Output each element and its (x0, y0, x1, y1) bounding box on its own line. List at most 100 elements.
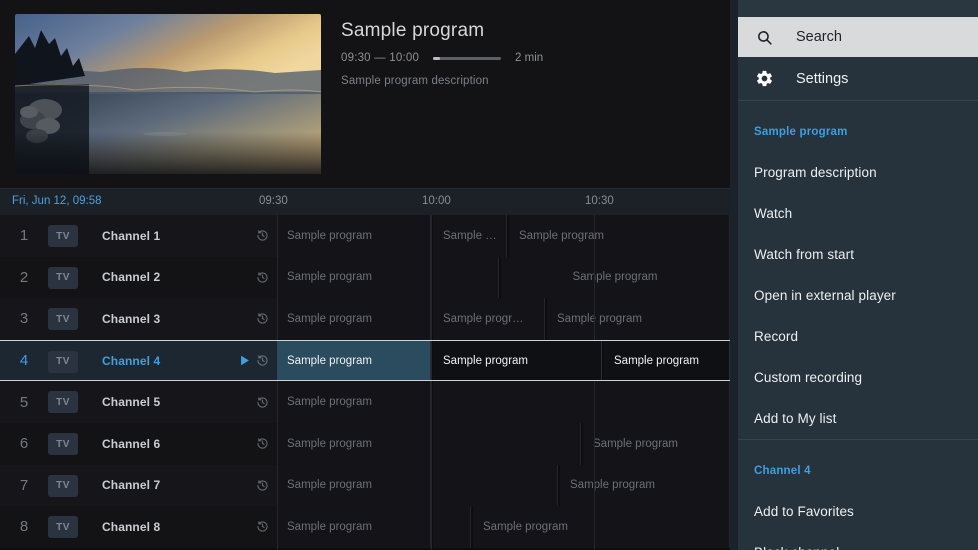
program-block[interactable]: Sample program (583, 423, 730, 465)
channel-name: Channel 1 (102, 215, 160, 257)
history-icon[interactable] (256, 396, 269, 409)
channel-name: Channel 5 (102, 381, 160, 423)
timeline-tick-2: 10:30 (585, 195, 614, 207)
timeline-tick-1: 10:00 (422, 195, 451, 207)
history-icon[interactable] (256, 354, 269, 367)
channel-number: 3 (10, 298, 38, 340)
history-icon[interactable] (256, 312, 269, 325)
channel-menu-items: Add to FavoritesBlock channel (738, 491, 978, 550)
channel-row[interactable]: 5TVChannel 5Sample program (0, 381, 730, 423)
channel-icons (256, 465, 269, 507)
program-block[interactable]: Sample program (277, 341, 431, 381)
history-icon[interactable] (256, 437, 269, 450)
context-menu-sidebar: Search Settings Sample program Program d… (738, 0, 978, 550)
lake-sunset-photo (15, 14, 321, 174)
program-menu-items: Program descriptionWatchWatch from start… (738, 152, 978, 439)
program-block[interactable]: Sample program (433, 341, 602, 381)
menu-item[interactable]: Watch from start (738, 234, 978, 275)
menu-item[interactable]: Add to My list (738, 398, 978, 439)
play-icon[interactable] (240, 355, 250, 366)
menu-item[interactable]: Block channel (738, 532, 978, 550)
program-block[interactable] (433, 257, 499, 299)
channel-name: Channel 8 (102, 506, 160, 548)
channel-grid[interactable]: 1TVChannel 1Sample programSample …Sample… (0, 215, 730, 550)
program-lane: Sample programSample programSample progr… (277, 340, 730, 382)
program-block[interactable]: Sample program (560, 465, 730, 507)
channel-row[interactable]: 7TVChannel 7Sample programSample program (0, 465, 730, 507)
sidebar-divider (730, 0, 738, 550)
program-block[interactable]: Sample program (604, 341, 730, 381)
program-block[interactable]: Sample program (277, 298, 431, 340)
program-block[interactable]: Sample progr… (433, 298, 545, 340)
channel-number: 1 (10, 215, 38, 257)
program-block[interactable] (433, 423, 581, 465)
program-group-title: Sample program (738, 111, 978, 152)
main-panel: Sample program 09:30 — 10:00 2 min Sampl… (0, 0, 730, 550)
program-lane: Sample programSample progr…Sample progra… (277, 298, 730, 340)
channel-logo-icon: TV (48, 391, 78, 413)
menu-item[interactable]: Add to Favorites (738, 491, 978, 532)
program-lane: Sample program Sample program (277, 506, 730, 548)
search-row[interactable]: Search (738, 17, 978, 57)
channel-cell[interactable]: 7TVChannel 7 (0, 465, 277, 507)
search-icon (754, 27, 774, 47)
channel-row[interactable]: 4TVChannel 4Sample programSample program… (0, 340, 730, 382)
program-lane: Sample program Sample program (277, 465, 730, 507)
program-block[interactable]: Sample program (277, 506, 431, 548)
program-block[interactable] (433, 381, 730, 423)
program-lane: Sample program Sample program (277, 257, 730, 299)
menu-item[interactable]: Record (738, 316, 978, 357)
program-lane: Sample program Sample program (277, 423, 730, 465)
history-icon[interactable] (256, 479, 269, 492)
channel-number: 8 (10, 506, 38, 548)
channel-icons (240, 341, 269, 381)
channel-name: Channel 6 (102, 423, 160, 465)
channel-name: Channel 7 (102, 465, 160, 507)
settings-label: Settings (796, 71, 848, 87)
channel-row[interactable]: 8TVChannel 8Sample programSample program (0, 506, 730, 548)
program-lane: Sample programSample …Sample program (277, 215, 730, 257)
program-block[interactable] (433, 506, 471, 548)
channel-cell[interactable]: 3TVChannel 3 (0, 298, 277, 340)
channel-cell[interactable]: 6TVChannel 6 (0, 423, 277, 465)
menu-item[interactable]: Custom recording (738, 357, 978, 398)
program-block[interactable]: Sample program (277, 257, 431, 299)
channel-cell[interactable]: 8TVChannel 8 (0, 506, 277, 548)
channel-row[interactable]: 6TVChannel 6Sample programSample program (0, 423, 730, 465)
search-label: Search (796, 29, 842, 45)
program-block[interactable]: Sample program (509, 215, 730, 257)
program-progress-bar (433, 57, 501, 60)
channel-icons (256, 257, 269, 299)
menu-item[interactable]: Open in external player (738, 275, 978, 316)
channel-cell[interactable]: 4TVChannel 4 (0, 340, 277, 382)
history-icon[interactable] (256, 271, 269, 284)
program-block[interactable]: Sample … (433, 215, 507, 257)
channel-icons (256, 381, 269, 423)
channel-logo-icon: TV (48, 475, 78, 497)
program-block[interactable]: Sample program (277, 465, 431, 507)
settings-row[interactable]: Settings (738, 57, 978, 100)
program-block[interactable]: Sample program (277, 381, 431, 423)
channel-logo-icon: TV (48, 308, 78, 330)
channel-logo-icon: TV (48, 351, 78, 373)
channel-cell[interactable]: 2TVChannel 2 (0, 257, 277, 299)
program-thumbnail[interactable] (15, 14, 321, 174)
channel-cell[interactable]: 5TVChannel 5 (0, 381, 277, 423)
timeline-date: Fri, Jun 12, 09:58 (12, 195, 102, 207)
channel-cell[interactable]: 1TVChannel 1 (0, 215, 277, 257)
history-icon[interactable] (256, 229, 269, 242)
program-block[interactable]: Sample program (501, 257, 730, 299)
timeline-header: Fri, Jun 12, 09:58 09:3010:0010:30 (0, 188, 730, 215)
program-block[interactable]: Sample program (547, 298, 730, 340)
program-block[interactable] (433, 465, 558, 507)
menu-item[interactable]: Program description (738, 152, 978, 193)
history-icon[interactable] (256, 520, 269, 533)
channel-row[interactable]: 3TVChannel 3Sample programSample progr…S… (0, 298, 730, 340)
program-block[interactable]: Sample program (277, 423, 431, 465)
channel-row[interactable]: 2TVChannel 2Sample programSample program (0, 257, 730, 299)
menu-item[interactable]: Watch (738, 193, 978, 234)
program-block[interactable]: Sample program (277, 215, 431, 257)
channel-row[interactable]: 1TVChannel 1Sample programSample …Sample… (0, 215, 730, 257)
program-title: Sample program (341, 20, 711, 42)
program-block[interactable]: Sample program (473, 506, 730, 548)
